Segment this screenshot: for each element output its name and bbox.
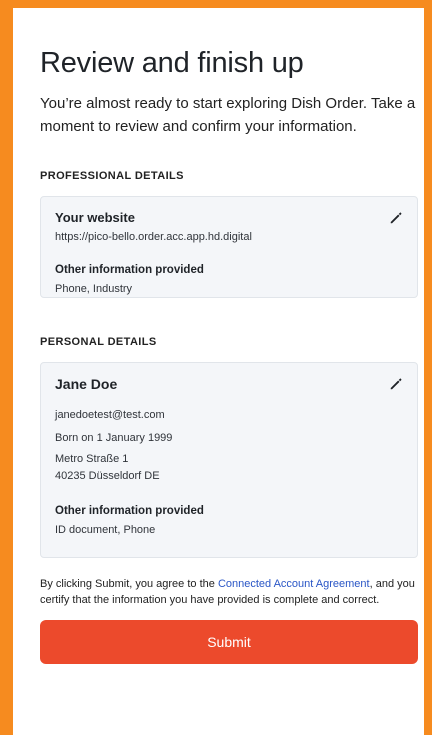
personal-birthdate: Born on 1 January 1999 (55, 432, 173, 444)
professional-other-label: Other information provided (55, 264, 204, 276)
personal-email: janedoetest@test.com (55, 409, 165, 421)
personal-other-value: ID document, Phone (55, 524, 156, 536)
website-label: Your website (55, 210, 135, 225)
connected-account-agreement-link[interactable]: Connected Account Agreement (218, 578, 370, 590)
website-value: https://pico-bello.order.acc.app.hd.digi… (55, 231, 252, 243)
professional-other-value: Phone, Industry (55, 283, 133, 295)
pencil-icon (390, 212, 402, 224)
professional-details-card: Your website https://pico-bello.order.ac… (40, 196, 418, 298)
edit-personal-button[interactable] (389, 377, 403, 391)
pencil-icon (390, 378, 402, 390)
intro-text: You’re almost ready to start exploring D… (40, 95, 416, 135)
edit-professional-button[interactable] (389, 211, 403, 225)
page-title: Review and finish up (40, 47, 304, 79)
professional-details-heading: PROFESSIONAL DETAILS (40, 170, 184, 182)
personal-address-line1: Metro Straße 1 (55, 453, 129, 465)
personal-other-label: Other information provided (55, 505, 204, 517)
legal-text: By clicking Submit, you agree to the Con… (40, 576, 418, 608)
personal-details-heading: PERSONAL DETAILS (40, 336, 157, 348)
personal-details-card: Jane Doe janedoetest@test.com Born on 1 … (40, 362, 418, 558)
personal-address-line2: 40235 Düsseldorf DE (55, 470, 160, 482)
legal-prefix: By clicking Submit, you agree to the (40, 578, 218, 590)
submit-button[interactable]: Submit (40, 620, 418, 664)
page-frame: Review and finish up You’re almost ready… (0, 0, 432, 735)
review-form: Review and finish up You’re almost ready… (40, 46, 418, 664)
personal-name: Jane Doe (55, 376, 118, 392)
